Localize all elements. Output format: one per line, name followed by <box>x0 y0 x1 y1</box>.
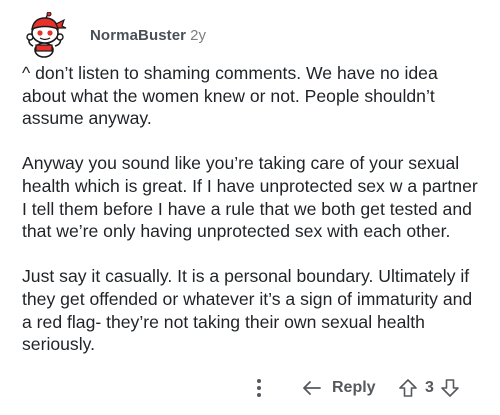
reply-arrow-icon <box>302 380 322 396</box>
snoo-avatar-icon <box>26 12 67 58</box>
comment-body: ^ don’t listen to shaming comments. We h… <box>22 62 482 378</box>
reply-label: Reply <box>332 379 376 396</box>
more-options-button[interactable] <box>252 375 266 401</box>
more-vertical-icon <box>257 379 261 397</box>
vote-controls: 3 <box>398 373 460 403</box>
comment-paragraph: ^ don’t listen to shaming comments. We h… <box>22 63 438 129</box>
comment-header: NormaBuster 2y <box>22 12 206 58</box>
comment-paragraph: Just say it casually. It is a personal b… <box>22 266 473 355</box>
avatar[interactable] <box>22 12 68 58</box>
downvote-arrow-icon[interactable] <box>440 378 460 398</box>
comment-actions: Reply 3 <box>0 373 500 403</box>
comment-paragraph: Anyway you sound like you’re taking care… <box>22 153 478 242</box>
reply-button[interactable]: Reply <box>302 373 376 403</box>
comment: NormaBuster 2y ^ don’t listen to shaming… <box>0 0 500 415</box>
comment-age: 2y <box>190 26 206 44</box>
upvote-arrow-icon[interactable] <box>398 378 418 398</box>
vote-score: 3 <box>425 379 434 396</box>
username[interactable]: NormaBuster <box>90 27 186 44</box>
